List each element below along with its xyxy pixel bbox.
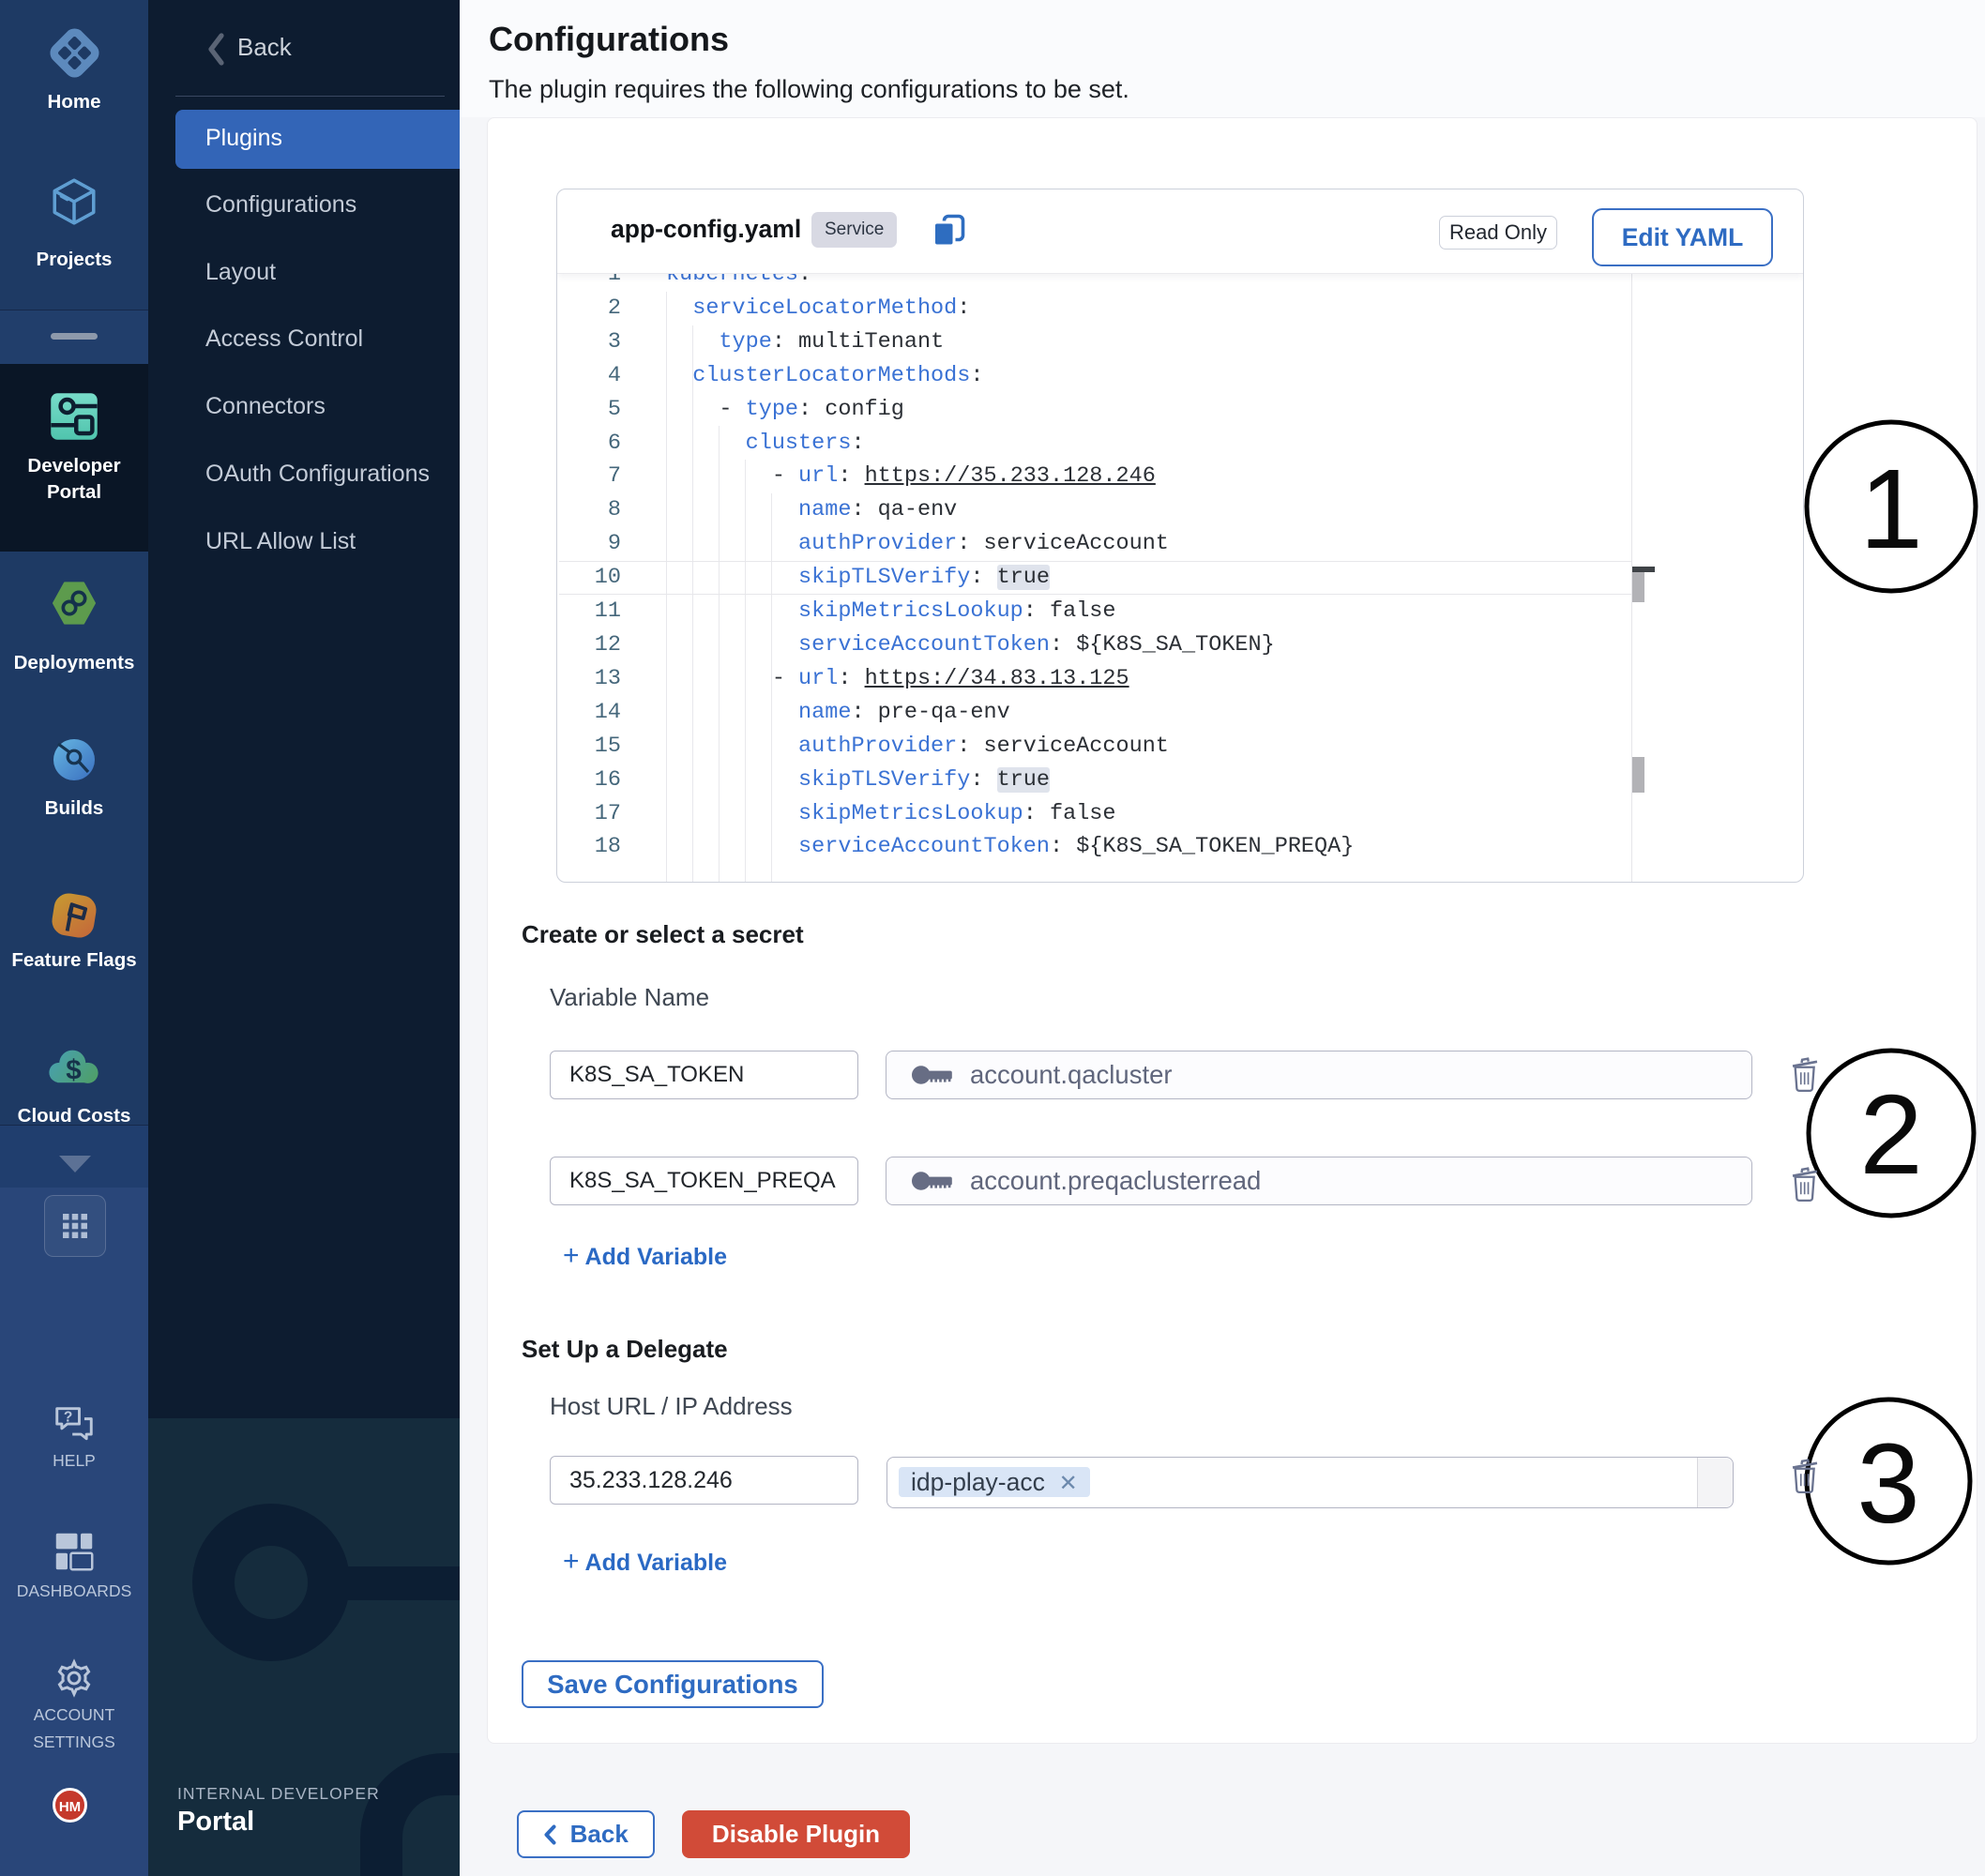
- svg-text:$: $: [66, 1054, 82, 1083]
- svg-text:?: ?: [64, 1410, 72, 1426]
